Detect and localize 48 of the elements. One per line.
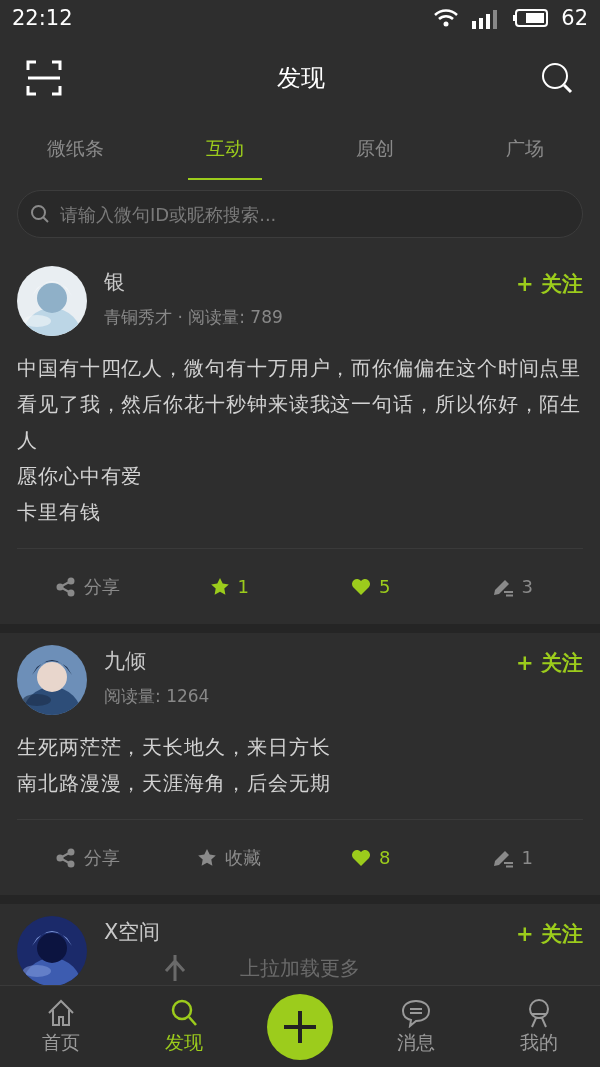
user-meta: 青铜秀才 · 阅读量: 789: [104, 306, 284, 329]
heart-icon: [351, 577, 371, 596]
follow-button[interactable]: + 关注: [516, 645, 583, 681]
user-name: 九倾: [104, 648, 147, 675]
post-text: 卡里有钱: [17, 499, 102, 526]
plus-icon: [282, 1008, 318, 1045]
like-button[interactable]: 5: [300, 575, 442, 598]
share-icon: [55, 576, 76, 597]
follow-button[interactable]: + 关注: [516, 916, 583, 952]
share-icon: [55, 847, 76, 868]
share-button[interactable]: 分享: [17, 844, 159, 871]
post-text: 中国有十四亿人，微句有十万用户，而你偏偏在这个时间点里看见了我，然后你花十秒钟来读我这一句话，所以你好，陌生人: [17, 355, 583, 454]
search-bar[interactable]: 请输入微句ID或昵称搜索...: [17, 190, 583, 238]
star-icon: [197, 847, 218, 868]
user-name: X空间: [104, 919, 162, 946]
nav-item[interactable]: 我的: [477, 996, 600, 1057]
nav-item[interactable]: 消息: [355, 996, 478, 1057]
like-button[interactable]: 8: [300, 846, 442, 869]
search-field[interactable]: 请输入微句ID或昵称搜索...: [58, 202, 570, 226]
page-title: 发现: [277, 63, 325, 94]
comment-button[interactable]: 3: [441, 575, 583, 598]
battery-icon: [513, 8, 550, 28]
user-name: 银: [104, 269, 126, 296]
status-time: 22:12: [12, 6, 73, 30]
heart-icon: [351, 848, 371, 867]
nav-item[interactable]: 发现: [122, 996, 245, 1057]
post-text: 南北路漫漫，天涯海角，后会无期: [17, 770, 332, 797]
speech-bubble-icon: [400, 997, 433, 1028]
share-button[interactable]: 分享: [17, 573, 159, 600]
tab[interactable]: 互动: [188, 120, 262, 180]
tab[interactable]: 广场: [488, 120, 562, 180]
tab[interactable]: 微纸条: [28, 120, 122, 180]
collect-button[interactable]: 1: [158, 575, 300, 598]
comment-button[interactable]: 1: [441, 846, 583, 869]
nav-item[interactable]: 首页: [0, 996, 123, 1057]
post-text: 生死两茫茫，天长地久，来日方长: [17, 734, 332, 761]
follow-button[interactable]: + 关注: [516, 266, 583, 302]
star-icon: [209, 576, 230, 597]
search-icon[interactable]: [540, 61, 574, 95]
battery-level: 62: [561, 6, 588, 30]
scan-icon[interactable]: [26, 60, 62, 96]
post-text: 愿你心中有爱: [17, 463, 144, 490]
tab[interactable]: 原创: [338, 120, 412, 180]
search-icon: [30, 204, 50, 224]
loading-hint: 上拉加载更多: [240, 954, 360, 982]
wifi-icon: [433, 8, 460, 28]
user-meta: 阅读量: 1264: [104, 685, 211, 708]
collect-button[interactable]: 收藏: [158, 844, 300, 871]
